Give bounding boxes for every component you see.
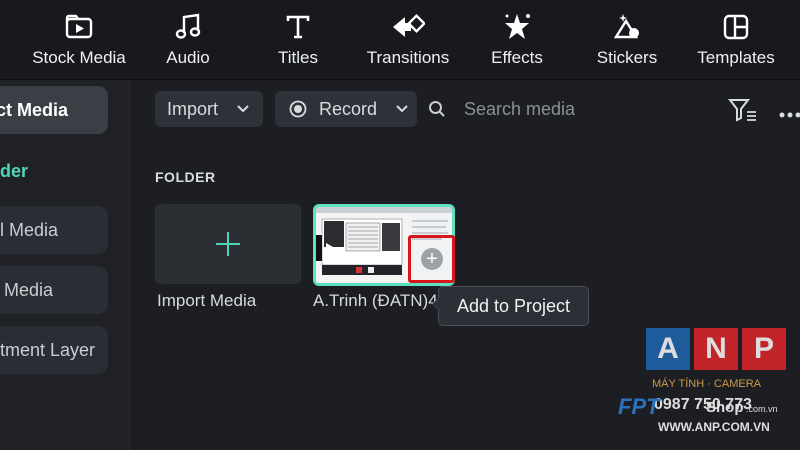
sidebar-item-label: der bbox=[0, 160, 29, 181]
chevron-down-icon bbox=[237, 105, 249, 113]
watermark-letter-n: N bbox=[694, 328, 738, 370]
add-to-project-tooltip: Add to Project bbox=[432, 286, 589, 326]
watermark-tagline: MÁY TÍNH · CAMERA bbox=[652, 378, 761, 390]
filter-button[interactable] bbox=[727, 97, 758, 123]
fpt-shop-logo: FPT bbox=[618, 394, 660, 419]
sidebar: ct Media der l Media Media tment Layer bbox=[0, 80, 130, 450]
anp-watermark: A N P MÁY TÍNH · CAMERA 0987 750 773 FPT… bbox=[618, 328, 790, 438]
tab-label: Audio bbox=[166, 48, 210, 67]
top-toolbar: Stock Media Audio Titles Transitions Eff… bbox=[0, 0, 800, 80]
import-media-card[interactable] bbox=[155, 204, 301, 284]
tab-audio[interactable]: Audio bbox=[161, 0, 215, 80]
stickers-icon bbox=[610, 10, 644, 44]
music-note-icon bbox=[171, 10, 205, 44]
plus-icon bbox=[216, 232, 240, 256]
more-dots-icon bbox=[779, 112, 800, 118]
sidebar-item-label: tment Layer bbox=[0, 339, 96, 360]
sidebar-item-label: l Media bbox=[0, 219, 59, 240]
filter-icon bbox=[727, 99, 756, 122]
tab-label: Transitions bbox=[366, 48, 450, 67]
watermark-letter-p: P bbox=[742, 328, 786, 370]
stock-media-icon bbox=[62, 10, 96, 44]
tab-label: Titles bbox=[278, 48, 318, 67]
record-dropdown[interactable]: Record bbox=[275, 91, 417, 127]
import-dropdown[interactable]: Import bbox=[155, 91, 263, 127]
tab-stickers[interactable]: Stickers bbox=[596, 0, 658, 80]
fpt-shop-domain: .com.vn bbox=[746, 404, 778, 414]
import-label: Import bbox=[167, 98, 219, 119]
sidebar-item-local-media[interactable]: l Media bbox=[0, 206, 108, 254]
sidebar-item-adjustment-layer[interactable]: tment Layer bbox=[0, 326, 108, 374]
sidebar-item-project-media[interactable]: ct Media bbox=[0, 86, 108, 134]
chevron-down-icon bbox=[396, 105, 408, 113]
folder-heading: FOLDER bbox=[155, 169, 216, 185]
sidebar-item-cloud-media[interactable]: Media bbox=[0, 266, 108, 314]
search-icon bbox=[429, 101, 445, 117]
tab-label: Stickers bbox=[596, 48, 658, 67]
tab-effects[interactable]: Effects bbox=[489, 0, 545, 80]
templates-icon bbox=[719, 10, 753, 44]
effects-star-icon bbox=[500, 10, 534, 44]
import-media-caption: Import Media bbox=[157, 291, 257, 310]
record-label: Record bbox=[319, 98, 378, 119]
tab-label: Stock Media bbox=[32, 48, 126, 67]
tab-label: Templates bbox=[697, 48, 775, 67]
tab-titles[interactable]: Titles bbox=[276, 0, 320, 80]
fpt-shop-text: Shop bbox=[706, 399, 744, 416]
sidebar-item-label: ct Media bbox=[0, 99, 68, 120]
sidebar-item-folder[interactable]: der bbox=[0, 147, 108, 195]
tab-templates[interactable]: Templates bbox=[695, 0, 777, 80]
tab-stock-media[interactable]: Stock Media bbox=[30, 0, 128, 80]
search-box[interactable]: Search media bbox=[428, 91, 688, 127]
tab-transitions[interactable]: Transitions bbox=[364, 0, 452, 80]
tab-label: Effects bbox=[491, 48, 543, 67]
sidebar-item-label: Media bbox=[4, 279, 54, 300]
watermark-letter-a: A bbox=[646, 328, 690, 370]
more-options-button[interactable] bbox=[778, 106, 800, 118]
add-to-project-button[interactable]: + bbox=[408, 235, 455, 283]
text-t-icon bbox=[281, 10, 315, 44]
transitions-icon bbox=[391, 10, 425, 44]
record-icon bbox=[289, 100, 307, 118]
plus-circle-icon: + bbox=[421, 248, 443, 270]
search-input[interactable]: Search media bbox=[464, 99, 575, 120]
watermark-site: WWW.ANP.COM.VN bbox=[658, 420, 770, 434]
clip-caption: A.Trinh (ĐATN)4 bbox=[313, 291, 438, 310]
